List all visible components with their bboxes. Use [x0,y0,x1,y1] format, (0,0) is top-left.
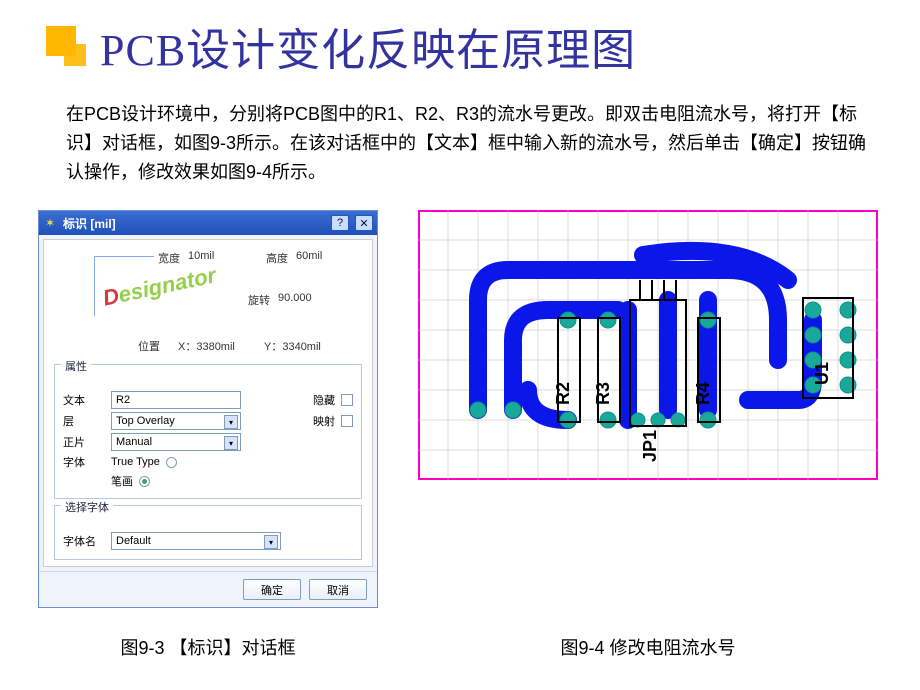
dialog-titlebar[interactable]: ✶ 标识 [mil] ? ✕ [39,211,377,235]
font-stroke-radio[interactable] [139,476,150,487]
ref-jp1: JP1 [640,430,660,462]
width-value: 10mil [188,250,214,262]
slide-title: PCB设计变化反映在原理图 [100,14,636,78]
title-bullet-icon [46,26,86,66]
fontname-select[interactable]: Default ▾ [111,532,281,550]
pos-x: X：3380mil [178,338,235,354]
rotate-label: 旋转 [248,292,270,308]
text-field[interactable]: R2 [111,391,241,409]
font-group: 选择字体 字体名 Default ▾ [54,505,362,560]
font-stroke-label: 笔画 [111,473,133,489]
dialog-app-icon: ✶ [43,216,57,230]
dialog-title: 标识 [mil] [63,215,325,232]
figure-2-caption: 图9-4 修改电阻流水号 [418,634,878,660]
height-value: 60mil [296,250,322,262]
height-label: 高度 [266,250,288,266]
hide-checkbox[interactable] [341,394,353,406]
rotate-value: 90.000 [278,292,312,304]
ref-r3: R3 [593,382,613,405]
title-row: PCB设计变化反映在原理图 [38,14,882,78]
pcb-figure: R2 R3 R4 JP1 U1 [418,210,878,480]
ref-r2: R2 [553,382,573,405]
dropdown-caret-icon: ▾ [224,436,238,450]
dropdown-caret-icon: ▾ [264,535,278,549]
layer-select[interactable]: Top Overlay ▾ [111,412,241,430]
mirror-label: 映射 [313,413,335,429]
dialog-preview: 宽度 10mil 高度 60mil Designator 旋转 90.000 位… [54,248,362,358]
properties-legend: 属性 [61,358,91,374]
help-button[interactable]: ? [331,215,349,231]
properties-group: 属性 文本 R2 隐藏 层 Top Overlay ▾ [54,364,362,499]
designator-dialog: ✶ 标识 [mil] ? ✕ 宽度 10mil 高度 60mil Designa… [38,210,378,608]
width-label: 宽度 [158,250,180,266]
layer-label: 层 [63,413,105,429]
fontname-label: 字体名 [63,533,105,549]
dropdown-caret-icon: ▾ [224,415,238,429]
font-legend: 选择字体 [61,499,113,515]
preview-text: Designator [101,263,219,312]
close-button[interactable]: ✕ [355,215,373,231]
ref-u1: U1 [812,362,832,385]
ok-button[interactable]: 确定 [243,579,301,600]
slide-body-text: 在PCB设计环境中，分别将PCB图中的R1、R2、R3的流水号更改。即双击电阻流… [66,100,872,186]
ref-r4: R4 [693,382,713,405]
mirror-checkbox[interactable] [341,415,353,427]
cancel-button[interactable]: 取消 [309,579,367,600]
figure-1-caption: 图9-3 【标识】对话框 [38,634,378,660]
font-label: 字体 [63,454,105,470]
pos-label: 位置 [138,338,160,354]
text-label: 文本 [63,392,105,408]
hide-label: 隐藏 [313,392,335,408]
font-truetype-label: True Type [111,456,160,468]
just-select[interactable]: Manual ▾ [111,433,241,451]
font-truetype-radio[interactable] [166,457,177,468]
pos-y: Y：3340mil [264,338,321,354]
just-label: 正片 [63,434,105,450]
